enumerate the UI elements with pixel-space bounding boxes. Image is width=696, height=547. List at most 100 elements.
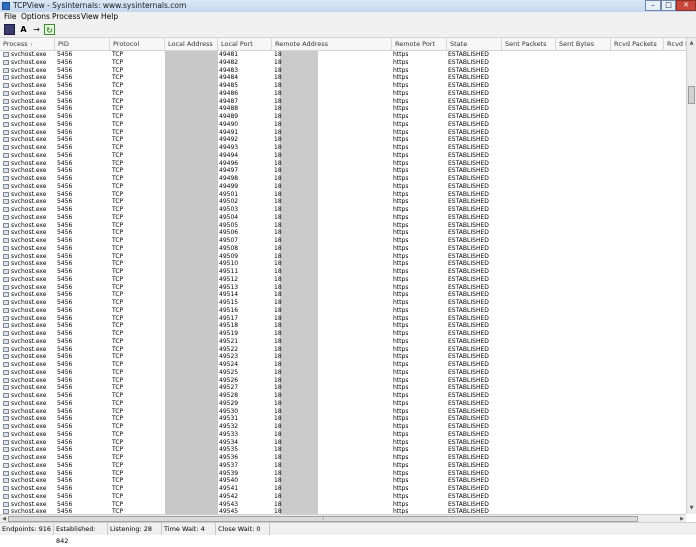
table-row[interactable]: svchost.exe 5456 TCP 49509 18 https ESTABLISHE… xyxy=(0,253,686,261)
table-row[interactable]: svchost.exe 5456 TCP 49489 18 https ESTABLISHE… xyxy=(0,113,686,121)
protocol-cell: TCP xyxy=(112,454,124,461)
table-row[interactable]: svchost.exe 5456 TCP 49519 18 https ESTABLISHE… xyxy=(0,330,686,338)
table-row[interactable]: svchost.exe 5456 TCP 49497 18 https ESTABLISHE… xyxy=(0,167,686,175)
protocol-cell: TCP xyxy=(112,136,124,144)
table-row[interactable]: svchost.exe 5456 TCP 49532 18 https ESTABLISHE… xyxy=(0,423,686,431)
table-row[interactable]: svchost.exe 5456 TCP 49518 18 https ESTABLISHE… xyxy=(0,322,686,330)
table-row[interactable]: svchost.exe 5456 TCP 49507 18 https ESTABLISHE… xyxy=(0,237,686,245)
table-row[interactable]: svchost.exe 5456 TCP 49522 18 https ESTABLISHE… xyxy=(0,346,686,354)
table-row[interactable]: svchost.exe 5456 TCP 49517 18 https ESTABLISHE… xyxy=(0,315,686,323)
col-protocol[interactable]: Protocol xyxy=(110,38,165,50)
table-row[interactable]: svchost.exe 5456 TCP 49503 18 https ESTABLISHE… xyxy=(0,206,686,214)
table-row[interactable]: svchost.exe 5456 TCP 49533 18 https ESTABLISHE… xyxy=(0,431,686,439)
table-row[interactable]: svchost.exe 5456 TCP 49534 18 https ESTABLISHE… xyxy=(0,439,686,447)
pid-cell: 5456 xyxy=(57,299,73,306)
table-row[interactable]: svchost.exe 5456 TCP 49488 18 https ESTABLISHE… xyxy=(0,105,686,113)
protocol-cell: TCP xyxy=(112,306,124,314)
remote-address-cell: 18 xyxy=(274,175,282,182)
resolve-addresses-button[interactable]: → xyxy=(31,24,42,35)
table-row[interactable]: svchost.exe 5456 TCP 49502 18 https ESTABLISHE… xyxy=(0,198,686,206)
table-row[interactable]: svchost.exe 5456 TCP 49542 18 https ESTABLISHE… xyxy=(0,493,686,501)
table-row[interactable]: svchost.exe 5456 TCP 49485 18 https ESTABLISHE… xyxy=(0,82,686,90)
table-row[interactable]: svchost.exe 5456 TCP 49525 18 https ESTABLISHE… xyxy=(0,369,686,377)
refresh-icon[interactable]: ↻ xyxy=(44,24,55,35)
table-row[interactable]: svchost.exe 5456 TCP 49513 18 https ESTABLISHE… xyxy=(0,284,686,292)
col-sent-packets[interactable]: Sent Packets xyxy=(502,38,556,50)
table-row[interactable]: svchost.exe 5456 TCP 49491 18 https ESTABLISHE… xyxy=(0,129,686,137)
remote-address-cell: 18 xyxy=(274,97,282,105)
col-local-port[interactable]: Local Port xyxy=(218,38,272,50)
table-row[interactable]: svchost.exe 5456 TCP 49484 18 https ESTABLISHE… xyxy=(0,74,686,82)
minimize-button[interactable]: – xyxy=(645,0,661,11)
table-row[interactable]: svchost.exe 5456 TCP 49535 18 https ESTABLISHE… xyxy=(0,446,686,454)
pid-cell: 5456 xyxy=(57,283,73,291)
menu-process[interactable]: Process xyxy=(52,12,80,22)
table-row[interactable]: svchost.exe 5456 TCP 49492 18 https ESTABLISHE… xyxy=(0,136,686,144)
col-remote-address[interactable]: Remote Address xyxy=(272,38,392,50)
col-sent-bytes[interactable]: Sent Bytes xyxy=(556,38,611,50)
table-row[interactable]: svchost.exe 5456 TCP 49508 18 https ESTABLISHE… xyxy=(0,245,686,253)
vertical-scroll-thumb[interactable] xyxy=(688,86,695,104)
table-row[interactable]: svchost.exe 5456 TCP 49528 18 https ESTABLISHE… xyxy=(0,392,686,400)
table-row[interactable]: svchost.exe 5456 TCP 49493 18 https ESTABLISHE… xyxy=(0,144,686,152)
table-row[interactable]: svchost.exe 5456 TCP 49524 18 https ESTABLISHE… xyxy=(0,361,686,369)
table-row[interactable]: svchost.exe 5456 TCP 49504 18 https ESTABLISHE… xyxy=(0,214,686,222)
table-row[interactable]: svchost.exe 5456 TCP 49543 18 https ESTABLISHE… xyxy=(0,501,686,509)
col-state[interactable]: State xyxy=(447,38,502,50)
remote-port-cell: https xyxy=(393,198,409,206)
font-button[interactable]: A xyxy=(18,24,29,35)
table-row[interactable]: svchost.exe 5456 TCP 49496 18 https ESTABLISHE… xyxy=(0,160,686,168)
table-row[interactable]: svchost.exe 5456 TCP 49527 18 https ESTABLISHE… xyxy=(0,384,686,392)
table-row[interactable]: svchost.exe 5456 TCP 49537 18 https ESTABLISHE… xyxy=(0,462,686,470)
table-row[interactable]: svchost.exe 5456 TCP 49541 18 https ESTABLISHE… xyxy=(0,485,686,493)
connections-table: svchost.exe 5456 TCP 49481 18 https ESTABLISHE… xyxy=(0,51,686,514)
scroll-down-icon[interactable]: ▼ xyxy=(687,504,696,513)
horizontal-scrollbar[interactable]: ◀ ⁞ ▶ xyxy=(0,514,686,522)
menu-file[interactable]: File xyxy=(4,12,17,22)
vertical-scrollbar[interactable]: ▲ ▼ xyxy=(686,38,696,514)
table-row[interactable]: svchost.exe 5456 TCP 49539 18 https ESTABLISHE… xyxy=(0,470,686,478)
menu-options[interactable]: Options xyxy=(21,12,50,22)
col-remote-port[interactable]: Remote Port xyxy=(392,38,447,50)
table-row[interactable]: svchost.exe 5456 TCP 49514 18 https ESTABLISHE… xyxy=(0,291,686,299)
col-local-address[interactable]: Local Address xyxy=(165,38,218,50)
col-pid[interactable]: PID xyxy=(55,38,110,50)
table-row[interactable]: svchost.exe 5456 TCP 49499 18 https ESTABLISHE… xyxy=(0,183,686,191)
table-row[interactable]: svchost.exe 5456 TCP 49510 18 https ESTABLISHE… xyxy=(0,260,686,268)
table-row[interactable]: svchost.exe 5456 TCP 49523 18 https ESTABLISHE… xyxy=(0,353,686,361)
table-row[interactable]: svchost.exe 5456 TCP 49540 18 https ESTABLISHE… xyxy=(0,477,686,485)
table-row[interactable]: svchost.exe 5456 TCP 49483 18 https ESTABLISHE… xyxy=(0,67,686,75)
table-row[interactable]: svchost.exe 5456 TCP 49505 18 https ESTABLISHE… xyxy=(0,222,686,230)
scroll-up-icon[interactable]: ▲ xyxy=(687,39,696,48)
save-icon[interactable] xyxy=(4,24,15,35)
remote-port-cell: https xyxy=(393,492,409,500)
table-row[interactable]: svchost.exe 5456 TCP 49529 18 https ESTABLISHE… xyxy=(0,400,686,408)
table-row[interactable]: svchost.exe 5456 TCP 49498 18 https ESTABLISHE… xyxy=(0,175,686,183)
protocol-cell: TCP xyxy=(112,167,124,175)
table-row[interactable]: svchost.exe 5456 TCP 49506 18 https ESTABLISHE… xyxy=(0,229,686,237)
table-row[interactable]: svchost.exe 5456 TCP 49494 18 https ESTABLISHE… xyxy=(0,152,686,160)
table-row[interactable]: svchost.exe 5456 TCP 49516 18 https ESTABLISHE… xyxy=(0,307,686,315)
col-process[interactable]: Process / xyxy=(0,38,55,50)
table-row[interactable]: svchost.exe 5456 TCP 49501 18 https ESTABLISHE… xyxy=(0,191,686,199)
table-row[interactable]: svchost.exe 5456 TCP 49486 18 https ESTABLISHE… xyxy=(0,90,686,98)
menu-view[interactable]: View xyxy=(81,12,99,22)
table-row[interactable]: svchost.exe 5456 TCP 49487 18 https ESTABLISHE… xyxy=(0,98,686,106)
col-rcvd-bytes[interactable]: Rcvd B xyxy=(664,38,686,50)
table-row[interactable]: svchost.exe 5456 TCP 49536 18 https ESTABLISHE… xyxy=(0,454,686,462)
table-row[interactable]: svchost.exe 5456 TCP 49481 18 https ESTABLISHE… xyxy=(0,51,686,59)
table-row[interactable]: svchost.exe 5456 TCP 49512 18 https ESTABLISHE… xyxy=(0,276,686,284)
table-row[interactable]: svchost.exe 5456 TCP 49521 18 https ESTABLISHE… xyxy=(0,338,686,346)
table-row[interactable]: svchost.exe 5456 TCP 49490 18 https ESTABLISHE… xyxy=(0,121,686,129)
close-button[interactable]: ✕ xyxy=(676,0,696,11)
maximize-button[interactable]: □ xyxy=(661,0,676,11)
menu-help[interactable]: Help xyxy=(101,12,118,22)
table-row[interactable]: svchost.exe 5456 TCP 49531 18 https ESTABLISHE… xyxy=(0,415,686,423)
table-row[interactable]: svchost.exe 5456 TCP 49482 18 https ESTABLISHE… xyxy=(0,59,686,67)
col-rcvd-packets[interactable]: Rcvd Packets xyxy=(611,38,664,50)
table-row[interactable]: svchost.exe 5456 TCP 49526 18 https ESTABLISHE… xyxy=(0,377,686,385)
table-row[interactable]: svchost.exe 5456 TCP 49530 18 https ESTABLISHE… xyxy=(0,408,686,416)
table-row[interactable]: svchost.exe 5456 TCP 49515 18 https ESTABLISHE… xyxy=(0,299,686,307)
table-row[interactable]: svchost.exe 5456 TCP 49511 18 https ESTABLISHE… xyxy=(0,268,686,276)
remote-port-cell: https xyxy=(393,485,409,492)
